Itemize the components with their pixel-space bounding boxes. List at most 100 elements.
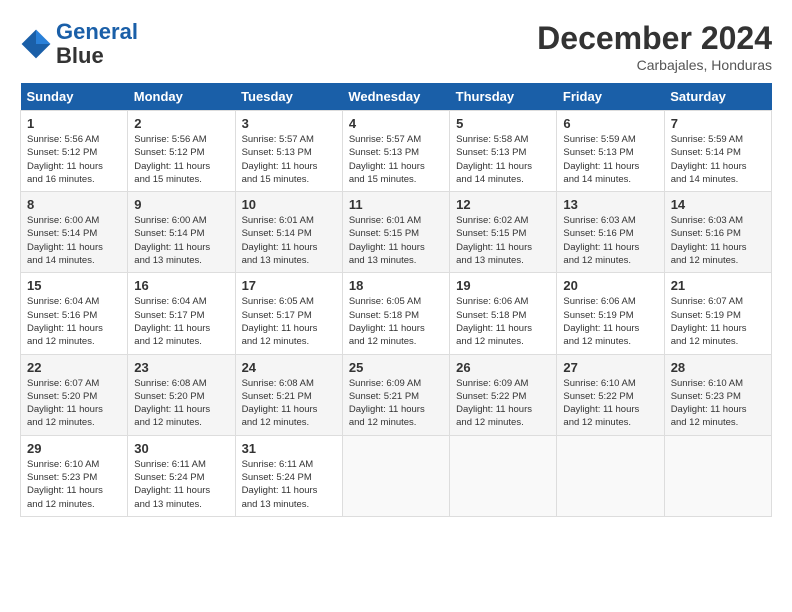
week-row-5: 29Sunrise: 6:10 AM Sunset: 5:23 PM Dayli… [21, 435, 772, 516]
day-header-monday: Monday [128, 83, 235, 111]
day-info: Sunrise: 6:01 AM Sunset: 5:15 PM Dayligh… [349, 214, 443, 267]
day-header-wednesday: Wednesday [342, 83, 449, 111]
calendar-day-16: 16 Sunrise: 6:04 AM Sunset: 5:17 PM Dayli… [128, 273, 235, 354]
calendar-day-25: 25 Sunrise: 6:09 AM Sunset: 5:21 PM Dayli… [342, 354, 449, 435]
day-info: Sunrise: 5:59 AM Sunset: 5:14 PM Dayligh… [671, 133, 765, 186]
day-info: Sunrise: 6:07 AM Sunset: 5:20 PM Dayligh… [27, 377, 121, 430]
calendar-day-13: 13 Sunrise: 6:03 AM Sunset: 5:16 PM Dayli… [557, 192, 664, 273]
day-info: Sunrise: 6:01 AM Sunset: 5:14 PM Dayligh… [242, 214, 336, 267]
day-info: Sunrise: 6:03 AM Sunset: 5:16 PM Dayligh… [671, 214, 765, 267]
week-row-1: 1 Sunrise: 5:56 AM Sunset: 5:12 PM Daylig… [21, 111, 772, 192]
calendar-day-4: 4 Sunrise: 5:57 AM Sunset: 5:13 PM Daylig… [342, 111, 449, 192]
calendar-day-22: 22Sunrise: 6:07 AM Sunset: 5:20 PM Dayli… [21, 354, 128, 435]
day-number: 28 [671, 360, 765, 375]
calendar-day-8: 8 Sunrise: 6:00 AM Sunset: 5:14 PM Daylig… [21, 192, 128, 273]
empty-cell [342, 435, 449, 516]
day-info: Sunrise: 6:10 AM Sunset: 5:23 PM Dayligh… [671, 377, 765, 430]
calendar-day-6: 6 Sunrise: 5:59 AM Sunset: 5:13 PM Daylig… [557, 111, 664, 192]
week-row-2: 8 Sunrise: 6:00 AM Sunset: 5:14 PM Daylig… [21, 192, 772, 273]
calendar-day-17: 17 Sunrise: 6:05 AM Sunset: 5:17 PM Dayli… [235, 273, 342, 354]
day-header-thursday: Thursday [450, 83, 557, 111]
title-block: December 2024 Carbajales, Honduras [537, 20, 772, 73]
calendar-day-30: 30Sunrise: 6:11 AM Sunset: 5:24 PM Dayli… [128, 435, 235, 516]
day-info: Sunrise: 6:11 AM Sunset: 5:24 PM Dayligh… [242, 458, 336, 511]
day-info: Sunrise: 5:58 AM Sunset: 5:13 PM Dayligh… [456, 133, 550, 186]
day-info: Sunrise: 6:05 AM Sunset: 5:18 PM Dayligh… [349, 295, 443, 348]
day-number: 5 [456, 116, 550, 131]
calendar-day-19: 19 Sunrise: 6:06 AM Sunset: 5:18 PM Dayli… [450, 273, 557, 354]
calendar-day-29: 29Sunrise: 6:10 AM Sunset: 5:23 PM Dayli… [21, 435, 128, 516]
day-number: 20 [563, 278, 657, 293]
empty-cell [450, 435, 557, 516]
week-row-4: 22Sunrise: 6:07 AM Sunset: 5:20 PM Dayli… [21, 354, 772, 435]
day-number: 18 [349, 278, 443, 293]
day-info: Sunrise: 5:56 AM Sunset: 5:12 PM Dayligh… [134, 133, 228, 186]
day-number: 6 [563, 116, 657, 131]
day-number: 16 [134, 278, 228, 293]
day-info: Sunrise: 6:08 AM Sunset: 5:21 PM Dayligh… [242, 377, 336, 430]
day-info: Sunrise: 6:04 AM Sunset: 5:16 PM Dayligh… [27, 295, 121, 348]
calendar-day-3: 3 Sunrise: 5:57 AM Sunset: 5:13 PM Daylig… [235, 111, 342, 192]
calendar-day-12: 12Sunrise: 6:02 AM Sunset: 5:15 PM Dayli… [450, 192, 557, 273]
day-info: Sunrise: 6:06 AM Sunset: 5:19 PM Dayligh… [563, 295, 657, 348]
calendar-day-15: 15 Sunrise: 6:04 AM Sunset: 5:16 PM Dayli… [21, 273, 128, 354]
day-number: 9 [134, 197, 228, 212]
day-header-friday: Friday [557, 83, 664, 111]
calendar-day-9: 9 Sunrise: 6:00 AM Sunset: 5:14 PM Daylig… [128, 192, 235, 273]
calendar-day-11: 11 Sunrise: 6:01 AM Sunset: 5:15 PM Dayli… [342, 192, 449, 273]
day-number: 29 [27, 441, 121, 456]
calendar-day-31: 31 Sunrise: 6:11 AM Sunset: 5:24 PM Dayli… [235, 435, 342, 516]
day-number: 8 [27, 197, 121, 212]
day-number: 31 [242, 441, 336, 456]
day-number: 10 [242, 197, 336, 212]
day-info: Sunrise: 6:05 AM Sunset: 5:17 PM Dayligh… [242, 295, 336, 348]
day-number: 7 [671, 116, 765, 131]
calendar-day-26: 26Sunrise: 6:09 AM Sunset: 5:22 PM Dayli… [450, 354, 557, 435]
day-number: 19 [456, 278, 550, 293]
page-header: GeneralBlue December 2024 Carbajales, Ho… [20, 20, 772, 73]
day-number: 12 [456, 197, 550, 212]
day-number: 3 [242, 116, 336, 131]
calendar-day-21: 21 Sunrise: 6:07 AM Sunset: 5:19 PM Dayli… [664, 273, 771, 354]
day-info: Sunrise: 6:08 AM Sunset: 5:20 PM Dayligh… [134, 377, 228, 430]
day-info: Sunrise: 6:00 AM Sunset: 5:14 PM Dayligh… [134, 214, 228, 267]
day-number: 11 [349, 197, 443, 212]
calendar-day-20: 20 Sunrise: 6:06 AM Sunset: 5:19 PM Dayli… [557, 273, 664, 354]
day-number: 4 [349, 116, 443, 131]
day-number: 1 [27, 116, 121, 131]
day-info: Sunrise: 5:57 AM Sunset: 5:13 PM Dayligh… [349, 133, 443, 186]
day-info: Sunrise: 5:57 AM Sunset: 5:13 PM Dayligh… [242, 133, 336, 186]
empty-cell [557, 435, 664, 516]
calendar-day-23: 23 Sunrise: 6:08 AM Sunset: 5:20 PM Dayli… [128, 354, 235, 435]
day-info: Sunrise: 6:00 AM Sunset: 5:14 PM Dayligh… [27, 214, 121, 267]
day-number: 21 [671, 278, 765, 293]
calendar-day-2: 2Sunrise: 5:56 AM Sunset: 5:12 PM Daylig… [128, 111, 235, 192]
day-info: Sunrise: 6:10 AM Sunset: 5:22 PM Dayligh… [563, 377, 657, 430]
logo-text: GeneralBlue [56, 20, 138, 68]
day-info: Sunrise: 5:59 AM Sunset: 5:13 PM Dayligh… [563, 133, 657, 186]
calendar-day-28: 28 Sunrise: 6:10 AM Sunset: 5:23 PM Dayli… [664, 354, 771, 435]
day-header-tuesday: Tuesday [235, 83, 342, 111]
day-header-sunday: Sunday [21, 83, 128, 111]
day-info: Sunrise: 5:56 AM Sunset: 5:12 PM Dayligh… [27, 133, 121, 186]
day-number: 27 [563, 360, 657, 375]
day-info: Sunrise: 6:09 AM Sunset: 5:21 PM Dayligh… [349, 377, 443, 430]
day-info: Sunrise: 6:04 AM Sunset: 5:17 PM Dayligh… [134, 295, 228, 348]
calendar-day-10: 10 Sunrise: 6:01 AM Sunset: 5:14 PM Dayli… [235, 192, 342, 273]
day-number: 15 [27, 278, 121, 293]
day-info: Sunrise: 6:07 AM Sunset: 5:19 PM Dayligh… [671, 295, 765, 348]
day-number: 13 [563, 197, 657, 212]
day-number: 25 [349, 360, 443, 375]
day-number: 23 [134, 360, 228, 375]
week-row-3: 15 Sunrise: 6:04 AM Sunset: 5:16 PM Dayli… [21, 273, 772, 354]
day-number: 26 [456, 360, 550, 375]
day-header-saturday: Saturday [664, 83, 771, 111]
day-info: Sunrise: 6:03 AM Sunset: 5:16 PM Dayligh… [563, 214, 657, 267]
day-info: Sunrise: 6:06 AM Sunset: 5:18 PM Dayligh… [456, 295, 550, 348]
day-number: 17 [242, 278, 336, 293]
day-headers-row: SundayMondayTuesdayWednesdayThursdayFrid… [21, 83, 772, 111]
calendar-day-24: 24Sunrise: 6:08 AM Sunset: 5:21 PM Dayli… [235, 354, 342, 435]
calendar-table: SundayMondayTuesdayWednesdayThursdayFrid… [20, 83, 772, 517]
day-info: Sunrise: 6:11 AM Sunset: 5:24 PM Dayligh… [134, 458, 228, 511]
calendar-day-14: 14Sunrise: 6:03 AM Sunset: 5:16 PM Dayli… [664, 192, 771, 273]
